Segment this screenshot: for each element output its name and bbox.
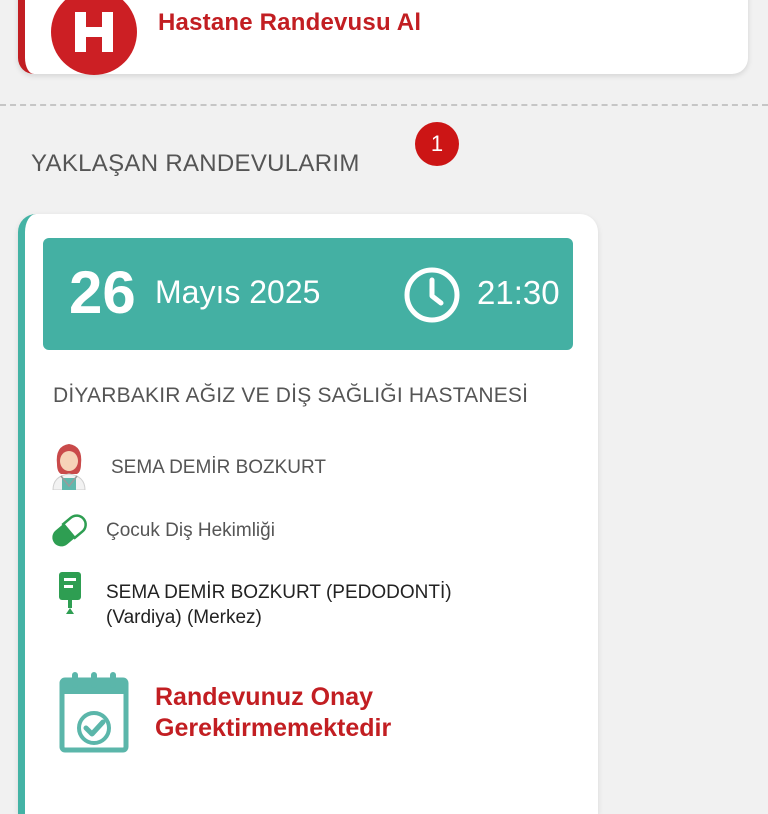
upcoming-appointments-title: YAKLAŞAN RANDEVULARIM xyxy=(31,150,360,177)
capsule-icon xyxy=(52,514,87,547)
iv-drip-icon xyxy=(59,572,81,614)
appointment-count-badge: 1 xyxy=(415,122,459,166)
department-name: Çocuk Diş Hekimliği xyxy=(106,520,275,541)
clinic-details: SEMA DEMİR BOZKURT (PEDODONTİ) (Vardiya)… xyxy=(106,580,526,630)
calendar-check-icon xyxy=(59,672,129,753)
clinic-line-2: (Vardiya) (Merkez) xyxy=(106,607,262,628)
confirmation-line-2: Gerektirmemektedir xyxy=(155,714,392,742)
appointment-day: 26 xyxy=(69,259,136,326)
appointment-time: 21:30 xyxy=(477,274,560,311)
get-appointment-label: Hastane Randevusu Al xyxy=(158,9,422,36)
confirmation-line-1: Randevunuz Onay xyxy=(155,683,374,711)
appointment-month-year: Mayıs 2025 xyxy=(155,274,321,310)
appointment-date-banner: 26 Mayıs 2025 21:30 xyxy=(43,238,573,350)
female-doctor-icon xyxy=(52,444,86,490)
confirmation-status: Randevunuz Onay Gerektirmemektedir xyxy=(155,682,391,744)
hospital-h-icon xyxy=(51,0,137,75)
doctor-name: SEMA DEMİR BOZKURT xyxy=(111,457,327,478)
get-hospital-appointment-card[interactable]: Hastane Randevusu Al xyxy=(18,0,748,75)
appointment-card[interactable]: 26 Mayıs 2025 21:30 DİYARBAKIR AĞIZ VE D… xyxy=(18,214,598,814)
clinic-line-1: SEMA DEMİR BOZKURT (PEDODONTİ) xyxy=(106,582,452,603)
clock-icon xyxy=(404,267,460,323)
hospital-name: DİYARBAKIR AĞIZ VE DİŞ SAĞLIĞI HASTANESİ xyxy=(53,384,529,407)
section-divider xyxy=(0,104,768,106)
